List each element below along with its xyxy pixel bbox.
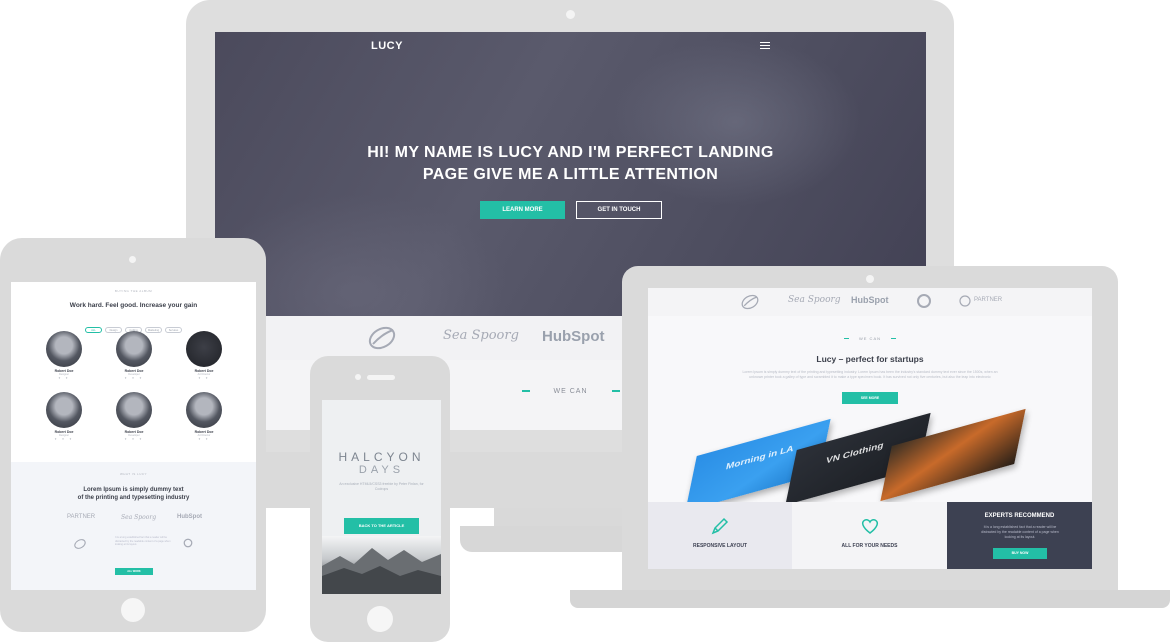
social-icons: ✦ ✦ [198,437,210,441]
laptop-brand-partner: PARTNER [974,297,1003,303]
all-work-button[interactable]: ALL WORK [115,568,153,575]
team-filter-tabs: ALLDesignCodingMarketingServices [85,318,205,333]
showcase-screen-text: VN Clothing [825,439,885,466]
mountain-image [322,536,441,594]
tablet-screen: BUYING THE ALBUM Work hard. Feel good. I… [11,282,256,590]
laptop-section-title: Lucy – perfect for startups [816,354,924,364]
laptop-brands-strip: Sea Spoorg HubSpot PARTNER [648,288,1092,316]
laptop-base [570,590,1170,608]
team-member: Robert Doe Developer ✦ ✦ ✦ [104,392,164,441]
avatar [116,392,152,428]
about-title-line1: Lorem Ipsum is simply dummy text [83,487,184,493]
hero-title-line1: HI! MY NAME IS LUCY AND I'M PERFECT LAND… [367,144,774,161]
feature-tiles: RESPONSIVE LAYOUT ALL FOR YOUR NEEDS EXP… [648,502,1092,569]
about-note: It is a long established fact that a rea… [115,536,171,546]
tablet-about-section: WHAT IS LUCY Lorem Ipsum is simply dummy… [11,462,256,590]
leaf-logo-icon [741,294,759,310]
laptop-we-can-heading: WE CAN [648,336,1092,341]
social-icons: ✦ ✦ [198,376,210,380]
site-logo[interactable]: LUCY [371,40,403,52]
leaf-logo-icon [74,539,86,549]
social-icons: ✦ ✦ [58,376,70,380]
hero-title-line2: PAGE GIVE ME A LITTLE ATTENTION [422,166,719,183]
experts-heading: EXPERTS RECOMMEND [984,513,1055,519]
brand-seaspoorg: Sea Spoorg [443,328,519,343]
heart-icon [861,519,878,534]
phone-camera [355,374,361,380]
feature-tile-label: RESPONSIVE LAYOUT [693,543,747,549]
avatar [46,331,82,367]
tablet-camera [129,256,136,263]
partner-logo-icon [959,295,971,307]
laptop-brand-seaspoorg: Sea Spoorg [788,295,841,305]
monitor-camera [566,10,575,19]
about-kicker: WHAT IS LUCY [119,472,148,476]
feature-tile-needs: ALL FOR YOUR NEEDS [792,502,947,569]
laptop-brand-hubspot: HubSpot [851,295,889,305]
crescent-logo-icon [917,294,931,308]
feature-tile-label: ALL FOR YOUR NEEDS [841,543,898,549]
avatar [46,392,82,428]
tablet-title: Work hard. Feel good. Increase your gain [69,302,198,309]
tablet-logo-partner: PARTNER [67,514,96,520]
phone-home-button [367,606,393,632]
avatar [186,331,222,367]
laptop-we-can-label: WE CAN [859,336,881,341]
tablet-logo-hubspot: HubSpot [177,514,202,520]
phone-speaker [367,375,395,380]
devices-mockup: LUCY HI! MY NAME IS LUCY AND I'M PERFECT… [0,0,1170,642]
buy-now-button[interactable]: BUY NOW [993,548,1047,559]
laptop-lorem-text: Lorem Ipsum is simply dummy text of the … [742,370,998,379]
team-member: Robert Doe Designer ✦ ✦ [34,331,94,380]
get-in-touch-button[interactable]: GET IN TOUCH [576,201,662,219]
pencil-icon [711,517,729,535]
social-icons: ✦ ✦ ✦ [54,437,74,441]
avatar [116,331,152,367]
learn-more-button[interactable]: LEARN MORE [480,201,565,219]
phone-subtitle: An exclusive HTML5/CSS3 freebie by Peter… [339,482,424,491]
about-title-line2: of the printing and typesetting industry [77,495,190,501]
social-icons: ✦ ✦ ✦ [124,376,144,380]
tablet-logo-seaspoorg: Sea Spoorg [121,514,157,521]
phone-title-2: DAYS [358,464,405,476]
leaf-logo-icon [368,326,396,350]
laptop-camera [866,275,874,283]
experts-text: It is a long established fact that a rea… [981,525,1059,539]
phone-screens-showcase: Morning in LA VN Clothing [678,408,1078,512]
avatar [186,392,222,428]
phone-screen: HALCYON DAYS An exclusive HTML5/CSS3 fre… [322,400,441,594]
team-member: Robert Doe Art Director ✦ ✦ [174,331,234,380]
team-member: Robert Doe Designer ✦ ✦ ✦ [34,392,94,441]
see-more-button[interactable]: SEE MORE [842,392,898,404]
team-member: Robert Doe Developer ✦ ✦ ✦ [104,331,164,380]
we-can-label: WE CAN [553,388,588,395]
feature-tile-responsive: RESPONSIVE LAYOUT [648,502,792,569]
crescent-logo-icon [183,538,193,548]
tablet-kicker: BUYING THE ALBUM [114,289,153,293]
about-title: Lorem Ipsum is simply dummy text of the … [11,486,256,502]
social-icons: ✦ ✦ ✦ [124,437,144,441]
team-member: Robert Doe Art Director ✦ ✦ [174,392,234,441]
laptop-screen: Sea Spoorg HubSpot PARTNER WE CAN Lucy –… [648,288,1092,569]
phone-title-1: HALCYON [338,450,425,464]
brand-hubspot: HubSpot [542,328,605,345]
hero-title: HI! MY NAME IS LUCY AND I'M PERFECT LAND… [215,142,926,186]
back-to-article-button[interactable]: BACK TO THE ARTICLE [344,518,419,534]
tablet-home-button [121,598,145,622]
hamburger-menu-icon[interactable] [760,42,770,49]
showcase-screen-text: Morning in LA [725,443,795,472]
feature-tile-experts: EXPERTS RECOMMEND It is a long establish… [947,502,1092,569]
